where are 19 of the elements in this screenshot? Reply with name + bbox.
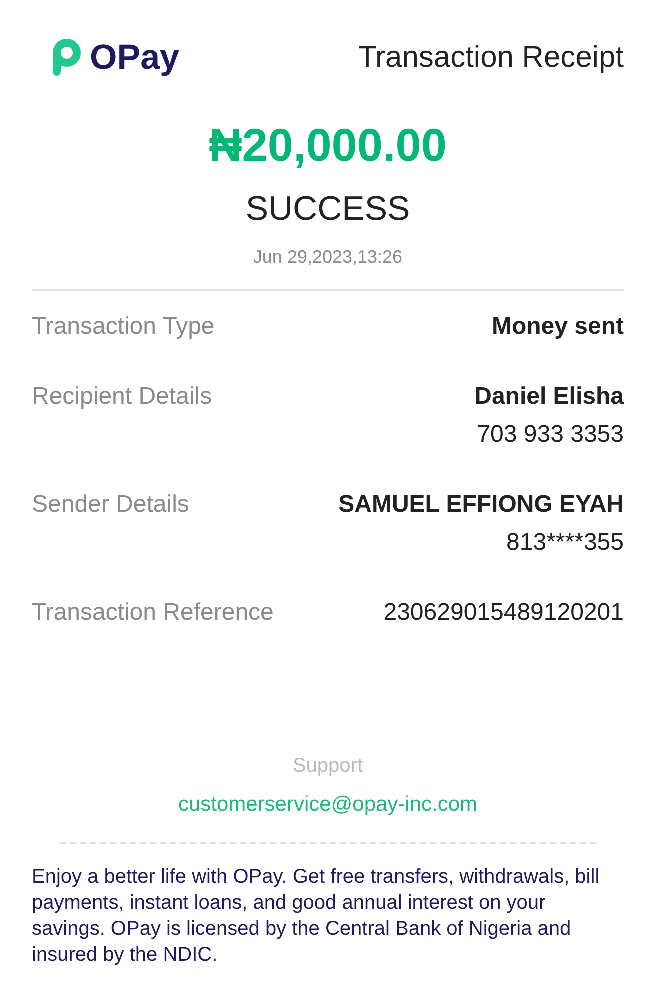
detail-value: Money sent bbox=[492, 312, 624, 342]
status: SUCCESS bbox=[244, 189, 412, 230]
email-link[interactable]: customerservice@opay-inc.com bbox=[178, 793, 478, 816]
footer-text: Enjoy a better life with OPay. Get free transfers, withdrawals, bill payments, instant loans, and good annual interest on your savings. OPay is licensed by the Central Bank of Nigeria and insured by the NDIC. bbox=[32, 865, 601, 968]
brand-name: OPay bbox=[90, 38, 180, 78]
support-label: Support bbox=[292, 754, 364, 778]
logo-icon bbox=[52, 39, 82, 77]
detail-value: 703 933 3353 bbox=[477, 420, 624, 450]
date: Jun 29,2023,13:26 bbox=[252, 246, 404, 269]
detail-label: Transaction Reference bbox=[32, 598, 274, 628]
detail-label: Sender Details bbox=[32, 490, 190, 520]
detail-value: SAMUEL EFFIONG EYAH bbox=[338, 490, 624, 520]
detail-value: Daniel Elisha bbox=[474, 382, 624, 412]
detail-value: 813****355 bbox=[506, 528, 624, 558]
detail-value: 230629015489120201 bbox=[384, 598, 624, 628]
amount: ₦20,000.00 bbox=[208, 118, 448, 173]
detail-label: Transaction Type bbox=[32, 312, 215, 342]
detail-label: Recipient Details bbox=[32, 382, 212, 412]
page-title: Transaction Receipt bbox=[358, 41, 624, 75]
